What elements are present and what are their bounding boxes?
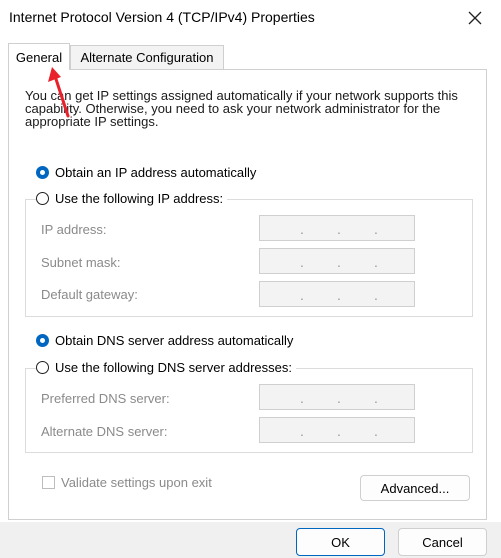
radio-ip-automatic-indicator[interactable]	[36, 166, 49, 179]
validate-settings-box	[42, 476, 55, 489]
annotation-arrow-icon	[48, 67, 70, 118]
title-bar: Internet Protocol Version 4 (TCP/IPv4) P…	[0, 0, 501, 36]
preferred-dns-field: ...	[259, 384, 415, 410]
validate-settings-checkbox: Validate settings upon exit	[42, 475, 212, 490]
close-button[interactable]	[462, 6, 488, 30]
advanced-button-label: Advanced...	[380, 480, 450, 496]
alternate-dns-field: ...	[259, 417, 415, 443]
window-title: Internet Protocol Version 4 (TCP/IPv4) P…	[9, 9, 315, 25]
radio-ip-manual-label: Use the following IP address:	[55, 191, 224, 206]
ok-button[interactable]: OK	[296, 528, 385, 556]
radio-ip-manual-indicator[interactable]	[36, 192, 49, 205]
alternate-dns-label: Alternate DNS server:	[41, 424, 168, 439]
ip-address-field: ...	[259, 215, 415, 241]
radio-dns-automatic[interactable]: Obtain DNS server address automatically	[36, 333, 293, 348]
close-icon	[468, 11, 482, 25]
validate-settings-label: Validate settings upon exit	[61, 475, 212, 490]
cancel-button[interactable]: Cancel	[398, 528, 487, 556]
radio-dns-manual-label: Use the following DNS server addresses:	[55, 360, 292, 375]
subnet-mask-field: ...	[259, 248, 415, 274]
radio-dns-automatic-indicator[interactable]	[36, 334, 49, 347]
subnet-mask-label: Subnet mask:	[41, 255, 121, 270]
preferred-dns-label: Preferred DNS server:	[41, 391, 170, 406]
radio-dns-manual-indicator[interactable]	[36, 361, 49, 374]
tab-alternate-configuration-label: Alternate Configuration	[80, 50, 214, 65]
ok-button-label: OK	[331, 534, 350, 550]
description-text: You can get IP settings assigned automat…	[25, 88, 458, 129]
radio-ip-automatic[interactable]: Obtain an IP address automatically	[36, 165, 256, 180]
radio-dns-manual[interactable]: Use the following DNS server addresses:	[36, 360, 296, 375]
ip-address-label: IP address:	[41, 222, 107, 237]
default-gateway-label: Default gateway:	[41, 287, 138, 302]
tab-alternate-configuration[interactable]: Alternate Configuration	[70, 45, 224, 69]
default-gateway-field: ...	[259, 281, 415, 307]
radio-ip-manual[interactable]: Use the following IP address:	[36, 191, 228, 206]
radio-ip-automatic-label: Obtain an IP address automatically	[55, 165, 257, 180]
advanced-button[interactable]: Advanced...	[360, 475, 470, 501]
cancel-button-label: Cancel	[422, 534, 463, 550]
radio-dns-automatic-label: Obtain DNS server address automatically	[55, 333, 294, 348]
